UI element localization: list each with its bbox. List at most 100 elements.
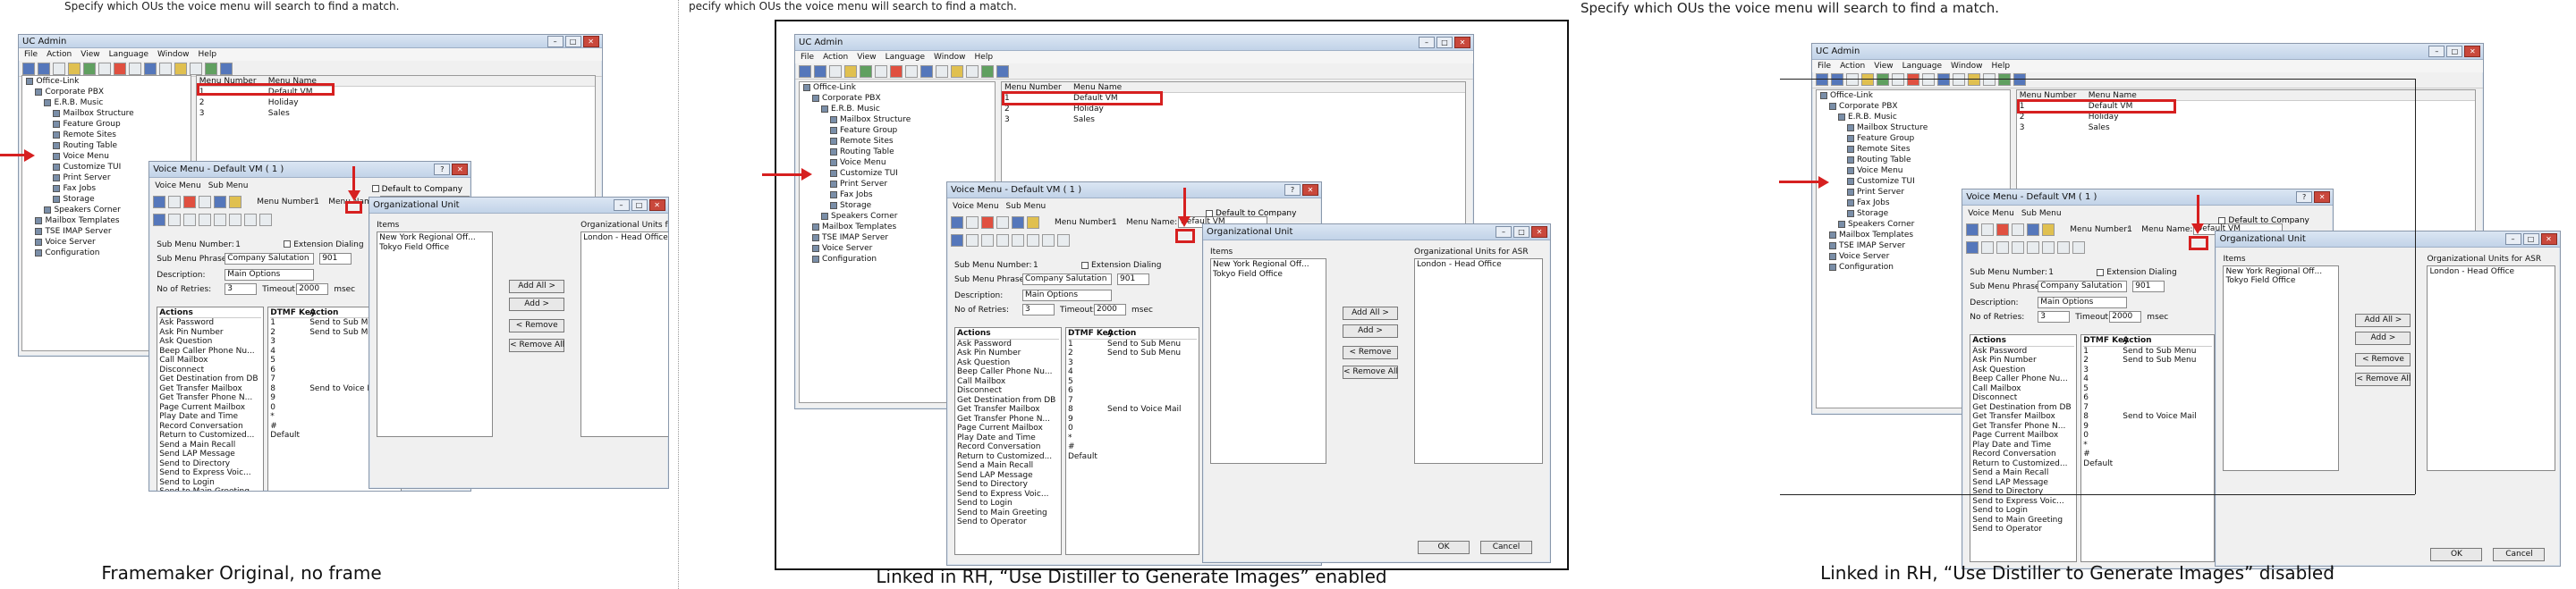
list-item[interactable]: Send to Login (957, 499, 1059, 509)
toolbar-icon[interactable] (1846, 73, 1859, 87)
close-button[interactable]: ✕ (452, 163, 469, 175)
menu-item-file[interactable]: File (24, 50, 38, 59)
list-item[interactable]: Record Conversation (1972, 450, 2074, 459)
tree-node[interactable]: Mailbox Structure (800, 114, 995, 125)
default-to-company-checkbox[interactable]: Default to Company (2218, 216, 2309, 225)
extension-dialing-checkbox[interactable]: Extension Dialing (2097, 268, 2177, 277)
add-button[interactable]: Add > (1343, 324, 1398, 338)
toolbar-icon[interactable] (814, 64, 826, 78)
list-item[interactable]: Send to Main Greeting (159, 487, 261, 490)
table-row[interactable]: 3 Sales (1002, 114, 1465, 125)
toolbar-icon[interactable] (1937, 73, 1950, 87)
table-row[interactable]: 1 Send to Sub Menu (1068, 340, 1197, 349)
close-button[interactable]: ✕ (1302, 184, 1318, 196)
toolbar-icon[interactable] (83, 62, 96, 75)
list-item[interactable]: Ask Password (957, 340, 1059, 349)
toolbar-icon[interactable] (1861, 73, 1874, 87)
toolbar-icon[interactable] (875, 64, 887, 78)
tree-node[interactable]: Voice Menu (1817, 165, 2010, 176)
help-button[interactable]: ? (434, 163, 451, 175)
tab-sub-menu[interactable]: Sub Menu (1006, 202, 1046, 211)
toolbar-icon[interactable] (1907, 73, 1919, 87)
extension-dialing-checkbox[interactable]: Extension Dialing (1081, 261, 1161, 270)
toolbar-icon[interactable] (1953, 73, 1965, 87)
nav-icon[interactable] (1966, 241, 1979, 255)
list-item[interactable]: Beep Caller Phone Nu... (1972, 374, 2074, 384)
toolbar-icon[interactable] (1877, 73, 1889, 87)
default-to-company-checkbox[interactable]: Default to Company (1206, 209, 1296, 218)
list-item[interactable]: London - Head Office (1417, 260, 1540, 270)
tree-node[interactable]: Routing Table (800, 147, 995, 157)
nav-icon[interactable] (168, 213, 182, 226)
menu-item-window[interactable]: Window (934, 53, 966, 62)
cancel-button[interactable]: Cancel (2493, 547, 2546, 561)
checkbox-icon[interactable] (1206, 209, 1213, 217)
toolbar-icon[interactable] (966, 64, 979, 78)
toolbar-icon[interactable] (205, 62, 217, 75)
list-item[interactable]: Send to Login (1972, 506, 2074, 516)
nav-icon[interactable] (981, 234, 994, 247)
tree-node[interactable]: Routing Table (1817, 155, 2010, 165)
table-row[interactable]: Default (1068, 452, 1197, 462)
menu-item-help[interactable]: Help (975, 53, 994, 62)
checkbox-icon[interactable] (371, 185, 379, 193)
list-item[interactable]: Call Mailbox (957, 377, 1059, 387)
add-all-button[interactable]: Add All > (2355, 313, 2411, 327)
nav-icon[interactable] (1027, 234, 1039, 247)
list-item[interactable]: Return to Customized... (1972, 459, 2074, 469)
nav-icon[interactable] (996, 234, 1009, 247)
list-item[interactable]: Send to Main Greeting (957, 509, 1059, 518)
nav-icon[interactable] (1996, 241, 2010, 255)
list-item[interactable]: Ask Question (957, 358, 1059, 368)
minimize-button[interactable]: – (2428, 45, 2445, 57)
sub-menu-phrase-select[interactable]: Company Salutation (225, 252, 315, 265)
list-item[interactable]: Tokyo Field Office (2225, 276, 2336, 286)
toolbar-icon[interactable] (229, 195, 242, 208)
table-row[interactable]: 5 (1068, 377, 1197, 387)
tab-voice-menu[interactable]: Voice Menu (1968, 209, 2014, 218)
list-item[interactable]: Send to Express Voic... (159, 468, 261, 478)
list-item[interactable]: Page Current Mailbox (1972, 431, 2074, 441)
remove-all-button[interactable]: < Remove All (2355, 372, 2411, 386)
nav-icon[interactable] (153, 213, 166, 226)
tree-node[interactable]: Mailbox Structure (22, 108, 190, 119)
table-row[interactable]: 2 Holiday (2017, 112, 2476, 122)
nav-icon[interactable] (199, 213, 212, 226)
list-item[interactable]: Tokyo Field Office (379, 243, 490, 253)
table-row[interactable]: # (2083, 450, 2212, 459)
tree-node[interactable]: Customize TUI (1817, 176, 2010, 187)
table-row[interactable]: 2 Holiday (197, 97, 595, 108)
list-item[interactable]: Send to Login (159, 478, 261, 488)
phrase-code-select[interactable]: 901 (2132, 281, 2165, 293)
checkbox-icon[interactable] (2097, 268, 2105, 276)
default-to-company-checkbox[interactable]: Default to Company (371, 185, 462, 194)
list-item[interactable]: Beep Caller Phone Nu... (159, 347, 261, 357)
tree-node[interactable]: Mailbox Structure (1817, 122, 2010, 133)
list-item[interactable]: Call Mailbox (159, 356, 261, 366)
close-button[interactable]: ✕ (1454, 37, 1470, 48)
list-item[interactable]: Send to Operator (1972, 525, 2074, 534)
remove-all-button[interactable]: < Remove All (509, 339, 565, 353)
minimize-button[interactable]: – (613, 199, 630, 212)
toolbar-icon[interactable] (22, 62, 35, 75)
toolbar-icon[interactable] (38, 62, 50, 75)
list-item[interactable]: Get Transfer Mailbox (957, 405, 1059, 415)
checkbox-icon[interactable] (2218, 216, 2226, 224)
list-item[interactable]: New York Regional Off... (1213, 260, 1324, 270)
minimize-button[interactable]: – (1496, 226, 1512, 238)
table-row[interactable]: 8 Send to Voice Mail (1068, 405, 1197, 415)
toolbar-icon[interactable] (2012, 223, 2025, 237)
table-row[interactable]: Default (2083, 459, 2212, 469)
list-item[interactable]: Ask Question (1972, 366, 2074, 375)
nav-icon[interactable] (1057, 234, 1070, 247)
list-item[interactable]: New York Regional Off... (379, 233, 490, 243)
tree-node[interactable]: Remote Sites (22, 130, 190, 140)
maximize-button[interactable]: □ (2446, 45, 2463, 57)
tree-node[interactable]: E.R.B. Music (22, 97, 190, 108)
table-row[interactable]: 3 Sales (2017, 122, 2476, 133)
table-row[interactable]: * (1068, 433, 1197, 443)
nav-icon[interactable] (2042, 241, 2055, 255)
list-item[interactable]: Get Transfer Phone N... (1972, 422, 2074, 432)
tab-voice-menu[interactable]: Voice Menu (155, 181, 201, 190)
tree-node[interactable]: Feature Group (1817, 133, 2010, 144)
